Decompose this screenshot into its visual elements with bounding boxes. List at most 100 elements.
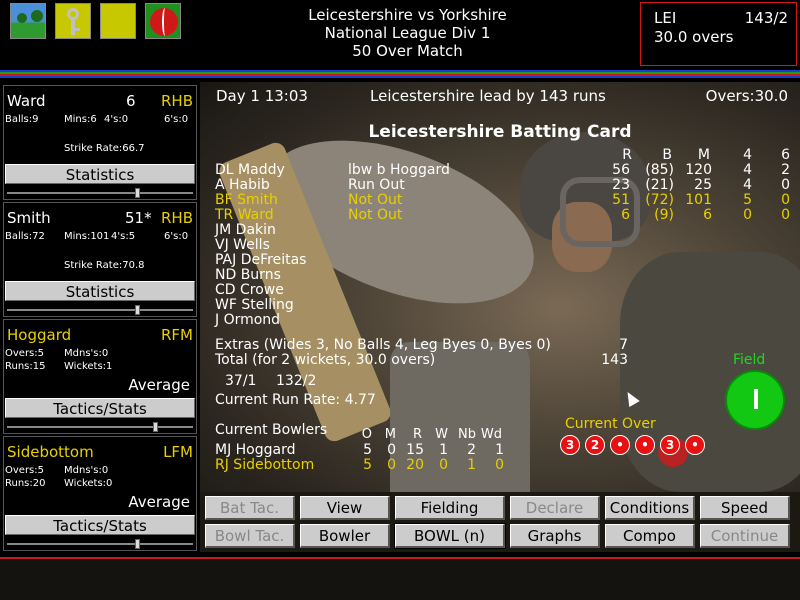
batsman-row-mins: 6 bbox=[703, 207, 712, 223]
bowler-maidens: Mdns's:0 bbox=[64, 465, 109, 476]
slider-track bbox=[7, 426, 193, 428]
batsman-row-name: A Habib bbox=[215, 177, 270, 193]
batsman-row-fours: 4 bbox=[743, 177, 752, 193]
over-ball: 3 bbox=[560, 435, 580, 455]
slider[interactable] bbox=[5, 422, 195, 432]
slider-track bbox=[7, 192, 193, 194]
batsman-row-mins: 25 bbox=[694, 177, 712, 193]
col-header-mins: M bbox=[697, 147, 710, 163]
batsman-row-sixes: 0 bbox=[781, 207, 790, 223]
match-type: 50 Over Match bbox=[352, 42, 463, 60]
statistics-button[interactable]: Statistics bbox=[5, 164, 195, 184]
fall-of-wicket: 37/1 bbox=[225, 373, 257, 389]
landscape-icon[interactable] bbox=[10, 3, 46, 39]
bowler-runs: Runs:15 bbox=[5, 361, 46, 372]
batsman-balls: Balls:9 bbox=[5, 114, 39, 125]
batsman-mins: Mins:101 bbox=[64, 231, 110, 242]
fielding-button[interactable]: Fielding bbox=[395, 496, 505, 520]
match-league: National League Div 1 bbox=[324, 24, 491, 42]
batting-card-panel: Day 1 13:03 Leicestershire lead by 143 r… bbox=[200, 82, 800, 492]
batsman-name: Smith bbox=[7, 209, 51, 227]
slider-handle[interactable] bbox=[153, 422, 158, 432]
batsman-row-mins: 120 bbox=[685, 162, 712, 178]
over-ball: 3 bbox=[660, 435, 680, 455]
bottom-strip bbox=[0, 560, 800, 600]
key-icon[interactable] bbox=[55, 3, 91, 39]
bowler-overs: Overs:5 bbox=[5, 465, 44, 476]
bowler-style: RFM bbox=[161, 326, 193, 344]
divider-stripe-blue-2 bbox=[0, 76, 800, 78]
match-title: Leicestershire vs Yorkshire bbox=[308, 6, 507, 24]
bottom-divider-red bbox=[0, 557, 800, 559]
bowl-col-header: M bbox=[384, 427, 396, 442]
bowler-row-overs: 5 bbox=[363, 457, 372, 473]
batsman-balls: Balls:72 bbox=[5, 231, 45, 242]
bowler-row-name: MJ Hoggard bbox=[215, 442, 296, 458]
col-header-sixes: 6 bbox=[781, 147, 790, 163]
blank-icon[interactable] bbox=[100, 3, 136, 39]
tactics-stats-button[interactable]: Tactics/Stats bbox=[5, 515, 195, 535]
batsman-row-sixes: 0 bbox=[781, 192, 790, 208]
slider-handle[interactable] bbox=[135, 539, 140, 549]
speed-button[interactable]: Speed bbox=[700, 496, 790, 520]
scoreboard: LEI 143/2 30.0 overs bbox=[640, 2, 797, 66]
bowler-row-wides: 0 bbox=[495, 457, 504, 473]
batsman-row-balls: (72) bbox=[645, 192, 674, 208]
total-value: 143 bbox=[601, 352, 628, 368]
batsman-runs: 6 bbox=[126, 92, 136, 110]
total-label: Total (for 2 wickets, 30.0 overs) bbox=[215, 352, 436, 368]
slider-handle[interactable] bbox=[135, 305, 140, 315]
batsman-row-name: JM Dakin bbox=[215, 222, 276, 238]
tactics-stats-button[interactable]: Tactics/Stats bbox=[5, 398, 195, 418]
batsman-row-runs: 23 bbox=[612, 177, 630, 193]
view-button[interactable]: View bbox=[300, 496, 390, 520]
continue-button[interactable]: Continue bbox=[700, 524, 790, 548]
bowler-row-runs: 15 bbox=[406, 442, 424, 458]
bowler-mode: Average bbox=[128, 376, 190, 394]
score-runs: 143/2 bbox=[744, 9, 788, 27]
slider[interactable] bbox=[5, 188, 195, 198]
bowler-row-overs: 5 bbox=[363, 442, 372, 458]
bowler-style: LFM bbox=[163, 443, 193, 461]
batsman-fours: 4's:5 bbox=[111, 231, 136, 242]
batsman-row-runs: 6 bbox=[621, 207, 630, 223]
over-ball: • bbox=[610, 435, 630, 455]
col-header-balls: B bbox=[662, 147, 672, 163]
conditions-button[interactable]: Conditions bbox=[605, 496, 695, 520]
score-team: LEI bbox=[654, 9, 677, 27]
bowl-button[interactable]: BOWL (n) bbox=[394, 523, 506, 549]
graphs-button[interactable]: Graphs bbox=[510, 524, 600, 548]
bat-tactics-button[interactable]: Bat Tac. bbox=[205, 496, 295, 520]
bowler-row-maidens: 0 bbox=[387, 457, 396, 473]
bowler-wickets: Wickets:0 bbox=[64, 478, 113, 489]
batsman-row-sixes: 2 bbox=[781, 162, 790, 178]
batsman-style: RHB bbox=[161, 92, 193, 110]
slider-handle[interactable] bbox=[135, 188, 140, 198]
field-map-icon[interactable] bbox=[725, 370, 785, 430]
bowl-col-header: R bbox=[412, 427, 422, 442]
slider-track bbox=[7, 543, 193, 545]
over-ball: 2 bbox=[585, 435, 605, 455]
slider-track bbox=[7, 309, 193, 311]
batsman-sixes: 6's:0 bbox=[164, 114, 189, 125]
extras-value: 7 bbox=[619, 337, 628, 353]
col-header-runs: R bbox=[622, 147, 632, 163]
bowler-name: Hoggard bbox=[7, 326, 72, 344]
batsman-row-balls: (21) bbox=[645, 177, 674, 193]
slider[interactable] bbox=[5, 305, 195, 315]
pitch-strip bbox=[754, 389, 758, 409]
bowler-mode: Average bbox=[128, 493, 190, 511]
current-bowlers-label: Current Bowlers bbox=[215, 422, 328, 438]
declare-button[interactable]: Declare bbox=[510, 496, 600, 520]
statistics-button[interactable]: Statistics bbox=[5, 281, 195, 301]
bowl-tactics-button[interactable]: Bowl Tac. bbox=[205, 524, 295, 548]
cricket-ball-icon[interactable] bbox=[145, 3, 181, 39]
batsman-row-name: DL Maddy bbox=[215, 162, 285, 178]
bowler-wickets: Wickets:1 bbox=[64, 361, 113, 372]
bowler-button[interactable]: Bowler bbox=[300, 524, 390, 548]
batsman-row-name: ND Burns bbox=[215, 267, 281, 283]
batsman-row-runs: 51 bbox=[612, 192, 630, 208]
batsman-sixes: 6's:0 bbox=[164, 231, 189, 242]
compo-button[interactable]: Compo bbox=[605, 524, 695, 548]
slider[interactable] bbox=[5, 539, 195, 549]
